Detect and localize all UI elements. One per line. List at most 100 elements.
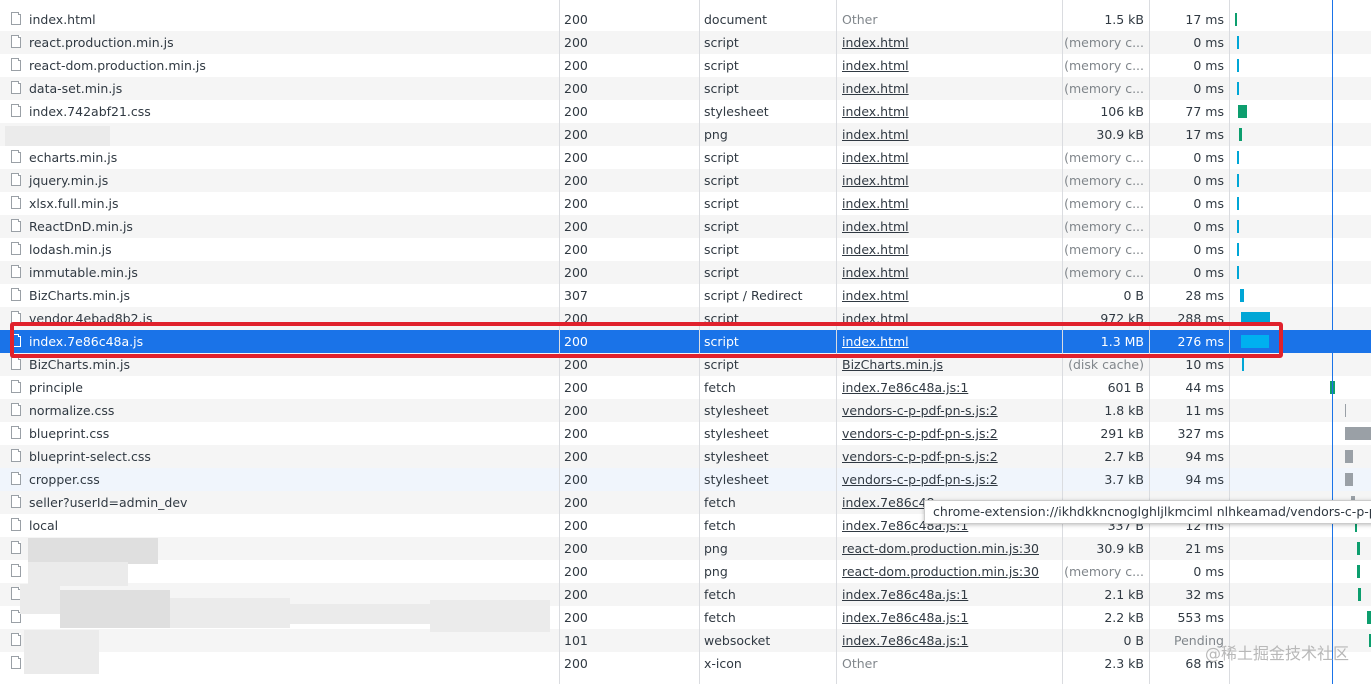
type-cell: stylesheet — [699, 100, 836, 123]
initiator-cell-text[interactable]: index.html — [842, 58, 909, 73]
status-cell: 200 — [559, 399, 699, 422]
initiator-cell-text[interactable]: BizCharts.min.js — [842, 357, 943, 372]
initiator-cell[interactable]: index.html — [836, 54, 1062, 77]
initiator-cell-text[interactable]: index.7e86c48a.js:1 — [842, 587, 968, 602]
waterfall-bar — [1345, 404, 1346, 417]
initiator-cell[interactable]: index.html — [836, 192, 1062, 215]
time-cell-text: 0 ms — [1193, 81, 1224, 96]
table-row[interactable]: 200 png react-dom.production.min.js:30 30.9… — [0, 537, 1371, 560]
request-name-cell-text: local — [29, 518, 59, 533]
table-row[interactable]: react-dom.production.min.js 200 script inde… — [0, 54, 1371, 77]
type-cell: png — [699, 537, 836, 560]
waterfall-cell — [1229, 54, 1371, 77]
status-cell: 200 — [559, 491, 699, 514]
time-cell-text: 327 ms — [1177, 426, 1224, 441]
type-cell-text: stylesheet — [704, 104, 769, 119]
initiator-cell[interactable]: vendors-c-p-pdf-pn-s.js:2 — [836, 399, 1062, 422]
table-row[interactable]: xlsx.full.min.js 200 script index.html (memo… — [0, 192, 1371, 215]
table-row[interactable]: jquery.min.js 200 script index.html (memory … — [0, 169, 1371, 192]
table-row[interactable]: blueprint.css 200 stylesheet vendors-c-p-pd… — [0, 422, 1371, 445]
initiator-cell-text[interactable]: index.html — [842, 81, 909, 96]
time-cell-text: 94 ms — [1185, 472, 1224, 487]
initiator-cell[interactable]: index.html — [836, 123, 1062, 146]
initiator-cell-text[interactable]: vendors-c-p-pdf-pn-s.js:2 — [842, 403, 998, 418]
initiator-cell[interactable]: index.html — [836, 238, 1062, 261]
waterfall-bar — [1358, 588, 1361, 601]
initiator-cell-text[interactable]: index.html — [842, 173, 909, 188]
initiator-cell[interactable]: react-dom.production.min.js:30 — [836, 560, 1062, 583]
initiator-cell-text[interactable]: index.html — [842, 127, 909, 142]
size-cell: (memory c... — [1062, 215, 1149, 238]
table-row[interactable]: 101 websocket index.7e86c48a.js:1 0 B Pendin… — [0, 629, 1371, 652]
initiator-cell[interactable]: index.html — [836, 146, 1062, 169]
initiator-cell-text[interactable]: vendors-c-p-pdf-pn-s.js:2 — [842, 472, 998, 487]
table-row[interactable]: immutable.min.js 200 script index.html (memo… — [0, 261, 1371, 284]
initiator-cell-text[interactable]: index.html — [842, 196, 909, 211]
initiator-cell-text[interactable]: index.html — [842, 104, 909, 119]
initiator-cell[interactable]: react-dom.production.min.js:30 — [836, 537, 1062, 560]
initiator-cell[interactable]: index.html — [836, 100, 1062, 123]
table-row[interactable]: data-set.min.js 200 script index.html (memor… — [0, 77, 1371, 100]
initiator-cell[interactable]: index.html — [836, 77, 1062, 100]
table-row[interactable]: ...se...200pngreact-dom.production.min.j… — [0, 560, 1371, 583]
table-row[interactable]: index.html 200 document Other 1.5 kB 17 ms — [0, 8, 1371, 31]
initiator-cell[interactable]: index.html — [836, 215, 1062, 238]
initiator-cell[interactable]: index.7e86c48a.js:1 — [836, 583, 1062, 606]
request-name-cell-text: BizCharts.min.js — [29, 357, 130, 372]
initiator-cell[interactable]: index.html — [836, 284, 1062, 307]
initiator-cell-text[interactable]: vendors-c-p-pdf-pn-s.js:2 — [842, 426, 998, 441]
initiator-cell-text[interactable]: index.html — [842, 288, 909, 303]
initiator-cell-text[interactable]: index.html — [842, 265, 909, 280]
time-cell: 553 ms — [1149, 606, 1229, 629]
initiator-cell-text[interactable]: index.html — [842, 150, 909, 165]
request-name-cell: jquery.min.js — [0, 169, 559, 192]
initiator-cell: Other — [836, 8, 1062, 31]
type-cell-text: script — [704, 150, 739, 165]
initiator-cell: Other — [836, 652, 1062, 675]
waterfall-cell — [1229, 468, 1371, 491]
table-row[interactable]: ReactDnD.min.js 200 script index.html (memor… — [0, 215, 1371, 238]
size-cell: (memory c... — [1062, 192, 1149, 215]
table-row[interactable]: principle 200 fetch index.7e86c48a.js:1 601 … — [0, 376, 1371, 399]
initiator-cell-text[interactable]: index.7e86c48a.js:1 — [842, 633, 968, 648]
table-row[interactable]: BizCharts.min.js 307 script / Redirect inde… — [0, 284, 1371, 307]
type-cell-text: fetch — [704, 380, 736, 395]
initiator-cell[interactable]: vendors-c-p-pdf-pn-s.js:2 — [836, 422, 1062, 445]
initiator-cell-text[interactable]: index.html — [842, 219, 909, 234]
request-name-cell-text: principle — [29, 380, 83, 395]
initiator-cell-text[interactable]: index.7e86c48 — [842, 495, 935, 510]
table-row[interactable]: echarts.min.js 200 script index.html (memory… — [0, 146, 1371, 169]
size-cell: (memory c... — [1062, 54, 1149, 77]
size-cell: 1.5 kB — [1062, 8, 1149, 31]
status-cell: 200 — [559, 514, 699, 537]
initiator-cell-text[interactable]: react-dom.production.min.js:30 — [842, 541, 1039, 556]
initiator-cell-text[interactable]: react-dom.production.min.js:30 — [842, 564, 1039, 579]
initiator-cell[interactable]: index.7e86c48a.js:1 — [836, 606, 1062, 629]
size-cell: 0 B — [1062, 629, 1149, 652]
initiator-cell-text[interactable]: index.html — [842, 35, 909, 50]
request-name-cell-text: normalize.css — [29, 403, 115, 418]
initiator-cell-text[interactable]: index.7e86c48a.js:1 — [842, 610, 968, 625]
table-row[interactable]: lodash.min.js 200 script index.html (memory … — [0, 238, 1371, 261]
time-cell: 0 ms — [1149, 560, 1229, 583]
time-cell-text: 0 ms — [1193, 219, 1224, 234]
initiator-cell-text[interactable]: vendors-c-p-pdf-pn-s.js:2 — [842, 449, 998, 464]
type-cell-text: document — [704, 12, 768, 27]
table-row[interactable]: react.production.min.js 200 script index.ht… — [0, 31, 1371, 54]
initiator-cell[interactable]: index.7e86c48a.js:1 — [836, 376, 1062, 399]
initiator-cell[interactable]: index.7e86c48a.js:1 — [836, 629, 1062, 652]
waterfall-bar — [1237, 266, 1239, 279]
table-row[interactable]: blueprint-select.css 200 stylesheet vendors… — [0, 445, 1371, 468]
initiator-cell[interactable]: index.html — [836, 261, 1062, 284]
initiator-cell[interactable]: index.html — [836, 31, 1062, 54]
initiator-cell[interactable]: vendors-c-p-pdf-pn-s.js:2 — [836, 468, 1062, 491]
table-row[interactable]: 200 png index.html 30.9 kB 17 ms — [0, 123, 1371, 146]
table-row[interactable]: cropper.css 200 stylesheet vendors-c-p-pdf-… — [0, 468, 1371, 491]
initiator-cell-text[interactable]: index.7e86c48a.js:1 — [842, 380, 968, 395]
initiator-cell-text[interactable]: index.html — [842, 242, 909, 257]
table-row[interactable]: normalize.css 200 stylesheet vendors-c-p-pd… — [0, 399, 1371, 422]
initiator-cell[interactable]: vendors-c-p-pdf-pn-s.js:2 — [836, 445, 1062, 468]
table-row[interactable]: index.742abf21.css 200 stylesheet index.htm… — [0, 100, 1371, 123]
initiator-cell[interactable]: index.html — [836, 169, 1062, 192]
table-row[interactable]: ...ico200x-iconOther2.3 kB68 ms — [0, 652, 1371, 675]
